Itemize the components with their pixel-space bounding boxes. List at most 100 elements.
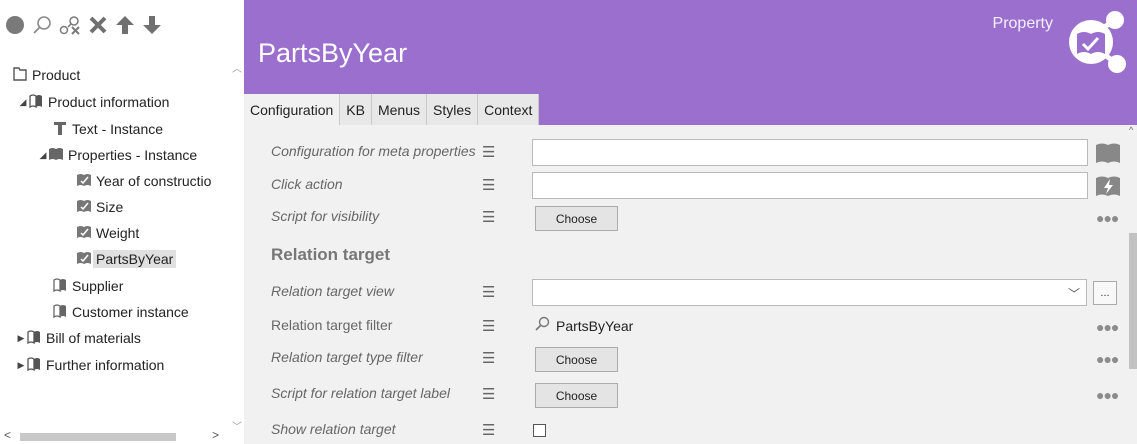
collapsed-arrow-icon[interactable]: ▶ — [16, 333, 26, 344]
app-window: Product ◢ Product information Text - Ins… — [0, 0, 1137, 444]
folder-outline-icon — [12, 66, 28, 85]
tree-node-size[interactable]: Size — [76, 196, 123, 218]
hamburger-icon[interactable]: ☰ — [482, 349, 495, 367]
tree-node-supplier[interactable]: Supplier — [52, 275, 123, 297]
tree-node-year-of-construction[interactable]: Year of constructio — [76, 170, 211, 192]
configuration-form: Configuration for meta properties ☰ Clic… — [244, 125, 1129, 444]
tree-node-partsbyyear[interactable]: PartsByYear — [76, 248, 177, 270]
tab-menus[interactable]: Menus — [371, 94, 427, 125]
scroll-up-icon[interactable]: ︿ — [232, 60, 242, 75]
click-action-input[interactable] — [532, 172, 1088, 199]
scroll-right-icon[interactable]: > — [212, 428, 219, 442]
form-row-relation-target-type-filter: Relation target type filter ☰ Choose ●●● — [244, 343, 1129, 373]
choose-button[interactable]: Choose — [535, 206, 618, 231]
scrollbar-thumb[interactable] — [20, 433, 176, 441]
delete-icon[interactable] — [87, 14, 109, 36]
tree-node-label: Product — [32, 67, 81, 83]
tree-node-label: Product information — [48, 94, 170, 110]
book-icon[interactable] — [1095, 141, 1121, 168]
ellipsis-button[interactable]: ... — [1093, 281, 1117, 305]
tree-node-label: Year of constructio — [96, 173, 212, 189]
tree-view: Product ◢ Product information Text - Ins… — [0, 58, 232, 420]
form-vertical-scrollbar[interactable]: ^ — [1129, 125, 1137, 444]
tree-node-weight[interactable]: Weight — [76, 222, 139, 244]
chevron-down-icon[interactable]: ﹀ — [1068, 285, 1080, 302]
hamburger-icon[interactable]: ☰ — [482, 421, 495, 439]
tree-node-label: Supplier — [72, 278, 124, 294]
choose-button[interactable]: Choose — [535, 347, 618, 372]
hamburger-icon[interactable]: ☰ — [482, 208, 495, 226]
object-type-label: Property — [992, 15, 1053, 32]
property-icon — [76, 172, 92, 191]
scrollbar-thumb[interactable] — [1129, 233, 1137, 369]
more-options-icon[interactable]: ●●● — [1096, 387, 1119, 403]
more-options-icon[interactable]: ●●● — [1096, 319, 1119, 335]
book-icon — [26, 356, 42, 375]
tree-node-label: Properties - Instance — [68, 147, 198, 163]
filter-name: PartsByYear — [556, 317, 634, 334]
relation-target-view-select[interactable]: ﹀ — [532, 279, 1087, 306]
form-row-relation-target-filter: Relation target filter ☰ PartsByYear ●●● — [244, 311, 1129, 341]
tree-toolbar — [4, 8, 163, 42]
scroll-up-icon[interactable]: ^ — [1129, 125, 1133, 135]
scroll-left-icon[interactable]: < — [4, 428, 11, 442]
tab-bar: Configuration KB Menus Styles Context — [244, 94, 540, 125]
search-fields-icon[interactable] — [58, 14, 82, 36]
field-label: Click action — [271, 176, 343, 192]
page-title: PartsByYear — [258, 38, 408, 68]
tree-horizontal-scrollbar[interactable]: < > — [0, 428, 232, 444]
tree-node-label: Text - Instance — [72, 121, 164, 137]
expanded-arrow-icon[interactable]: ◢ — [18, 97, 28, 108]
tree-node-customer-instance[interactable]: Customer instance — [52, 301, 189, 323]
detail-header: PartsByYear Property Configuration KB Me… — [244, 0, 1137, 125]
tree-node-bill-of-materials[interactable]: ▶ Bill of materials — [16, 327, 141, 349]
tree-vertical-scrollbar[interactable]: ︿ ﹀ — [231, 58, 243, 433]
book-icon — [52, 277, 68, 296]
scroll-down-icon[interactable]: ﹀ — [232, 418, 242, 433]
circle-icon[interactable] — [4, 14, 26, 36]
field-label: Relation target view — [271, 283, 394, 299]
search-icon — [534, 316, 550, 335]
hamburger-icon[interactable]: ☰ — [482, 143, 495, 161]
book-icon — [28, 93, 44, 112]
show-relation-target-checkbox[interactable] — [533, 424, 546, 437]
hamburger-icon[interactable]: ☰ — [482, 385, 495, 403]
move-down-icon[interactable] — [141, 14, 163, 36]
property-share-icon — [1057, 6, 1127, 76]
property-icon — [76, 250, 92, 269]
detail-panel: PartsByYear Property Configuration KB Me… — [244, 0, 1137, 444]
meta-properties-input[interactable] — [532, 139, 1088, 166]
more-options-icon[interactable]: ●●● — [1096, 351, 1119, 367]
book-icon — [52, 303, 68, 322]
tab-kb[interactable]: KB — [340, 94, 372, 125]
tab-styles[interactable]: Styles — [427, 94, 479, 125]
book-icon — [26, 329, 42, 348]
hamburger-icon[interactable]: ☰ — [482, 176, 495, 194]
field-label: Relation target filter — [271, 317, 393, 333]
tab-configuration[interactable]: Configuration — [244, 94, 341, 125]
collapsed-arrow-icon[interactable]: ▶ — [16, 360, 26, 371]
more-options-icon[interactable]: ●●● — [1096, 210, 1119, 226]
section-relation-target: Relation target — [271, 245, 391, 264]
field-label: Configuration for meta properties — [271, 143, 476, 159]
expanded-arrow-icon[interactable]: ◢ — [38, 150, 48, 161]
tree-node-product[interactable]: Product — [12, 64, 80, 86]
action-icon[interactable] — [1095, 174, 1121, 201]
choose-button[interactable]: Choose — [535, 383, 618, 408]
search-icon[interactable] — [31, 14, 53, 36]
tree-node-label: Weight — [96, 225, 140, 241]
tree-node-label: Further information — [46, 357, 165, 373]
hamburger-icon[interactable]: ☰ — [482, 317, 495, 335]
tree-node-properties-instance[interactable]: ◢ Properties - Instance — [38, 144, 198, 166]
tab-context[interactable]: Context — [478, 94, 540, 125]
tree-node-label: Bill of materials — [46, 330, 141, 346]
move-up-icon[interactable] — [114, 14, 136, 36]
tree-node-text-instance[interactable]: Text - Instance — [52, 118, 163, 140]
form-row-show-relation-target: Show relation target ☰ — [244, 415, 1129, 444]
tree-node-product-information[interactable]: ◢ Product information — [18, 91, 169, 113]
relation-target-filter-value[interactable]: PartsByYear — [534, 316, 633, 335]
hamburger-icon[interactable]: ☰ — [482, 283, 495, 301]
form-row-click-action: Click action ☰ — [244, 170, 1129, 200]
tree-node-further-information[interactable]: ▶ Further information — [16, 354, 164, 376]
property-icon — [76, 198, 92, 217]
